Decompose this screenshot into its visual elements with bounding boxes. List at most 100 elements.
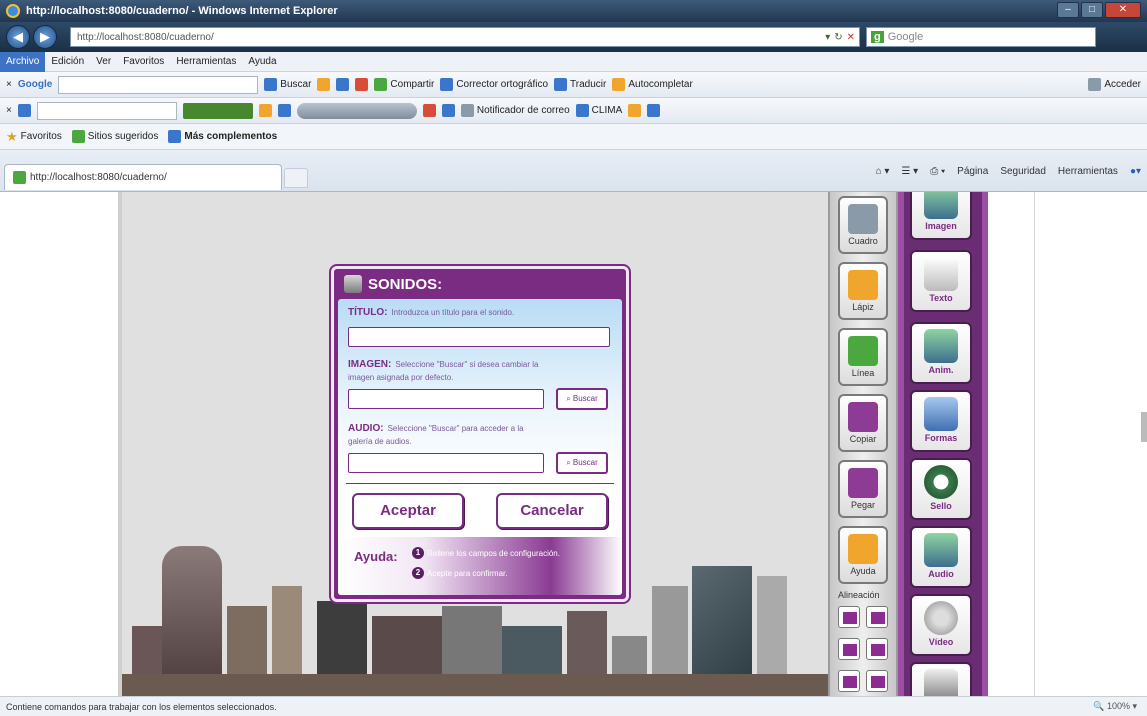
dropdown-icon[interactable]: ▾	[825, 32, 830, 43]
imagen-hint: Seleccione "Buscar" si desea cambiar la	[395, 360, 539, 369]
back-button[interactable]: ◀	[6, 25, 30, 49]
media-audio[interactable]: Audio	[910, 526, 972, 588]
imagen-input[interactable]	[348, 389, 544, 409]
addon-search-input[interactable]	[36, 101, 177, 120]
audio-input[interactable]	[348, 453, 544, 473]
minimize-icon[interactable]: –	[1057, 2, 1079, 18]
media-sello[interactable]: Sello	[910, 458, 972, 520]
align-middle-button[interactable]	[866, 670, 888, 692]
help-text-1: Rellene los campos de configuración.	[427, 548, 560, 558]
imagen-browse-button[interactable]: ⌕ Buscar	[556, 388, 608, 410]
favorites-button[interactable]: ★ Favoritos	[6, 129, 62, 145]
suggested-sites-link[interactable]: Sitios sugeridos	[71, 130, 158, 143]
news-icon[interactable]	[336, 78, 350, 91]
page-menu[interactable]: Página	[957, 166, 988, 177]
security-menu[interactable]: Seguridad	[1000, 166, 1046, 177]
search-label: Buscar	[280, 79, 312, 90]
tool-pegar[interactable]: Pegar	[838, 460, 888, 518]
google-search-input[interactable]	[58, 75, 259, 94]
tool-copiar[interactable]: Copiar	[838, 394, 888, 452]
menu-item-ver[interactable]: Ver	[90, 56, 117, 67]
align-right-button[interactable]	[866, 606, 888, 628]
spellcheck-button[interactable]: Corrector ortográfico	[440, 78, 548, 91]
mail-notifier-button[interactable]: Notificador de correo	[460, 104, 570, 117]
tools-menu[interactable]: Herramientas	[1058, 166, 1118, 177]
tool-lapiz[interactable]: Lápiz	[838, 262, 888, 320]
addon-icon-6[interactable]	[647, 104, 661, 117]
weather-button[interactable]: CLIMA	[575, 104, 622, 117]
more-addons-link[interactable]: Más complementos	[168, 130, 277, 143]
stop-icon[interactable]: ✕	[847, 32, 855, 43]
zoom-level[interactable]: 🔍 100% ▾	[1093, 701, 1147, 712]
align-center-button[interactable]	[838, 670, 860, 692]
sound-icon	[344, 275, 362, 293]
align-right-icon	[871, 612, 885, 624]
audio-browse-button[interactable]: ⌕ Buscar	[556, 452, 608, 474]
media-anim[interactable]: Anim.	[910, 322, 972, 384]
lightbulb-icon	[848, 534, 878, 564]
addon-icon-2[interactable]	[277, 104, 291, 117]
gmail-icon[interactable]	[355, 78, 369, 91]
address-field[interactable]: http://localhost:8080/cuaderno/ ▾ ↻ ✕	[70, 27, 860, 47]
skyline-building	[122, 674, 832, 696]
signin-button[interactable]: Acceder	[1088, 78, 1147, 91]
ie-logo-icon	[6, 4, 20, 18]
accept-button[interactable]: Aceptar	[352, 493, 464, 529]
tool-label: Pegar	[850, 500, 876, 510]
maximize-icon[interactable]: □	[1081, 2, 1103, 18]
step-2-icon: 2	[412, 567, 424, 579]
ie-small-icon	[168, 130, 182, 143]
share-button[interactable]: Compartir	[374, 78, 434, 91]
print-icon[interactable]: ⎙ ▾	[930, 166, 945, 177]
menu-item-herramientas[interactable]: Herramientas	[170, 56, 242, 67]
addon-green-button[interactable]	[182, 102, 253, 119]
align-left-button[interactable]	[838, 606, 860, 628]
refresh-icon[interactable]: ↻	[834, 32, 842, 43]
new-tab-button[interactable]	[284, 168, 308, 188]
google-search-icon: g	[871, 31, 884, 43]
command-bar: ⌂ ▾ ☰ ▾ ⎙ ▾ Página Seguridad Herramienta…	[876, 166, 1141, 177]
align-top-button[interactable]	[838, 638, 860, 660]
addon-icon-1[interactable]	[258, 104, 272, 117]
addon-icon-3[interactable]	[422, 104, 436, 117]
search-button[interactable]: Buscar	[264, 78, 311, 91]
close-icon[interactable]: ✕	[1105, 2, 1141, 18]
bookmark-icon[interactable]	[317, 78, 331, 91]
window-titlebar: http://localhost:8080/cuaderno/ - Window…	[0, 0, 1147, 22]
scroll-indicator[interactable]	[1141, 412, 1147, 442]
align-bottom-button[interactable]	[866, 638, 888, 660]
titulo-input[interactable]	[348, 327, 610, 347]
media-more[interactable]	[910, 662, 972, 696]
toolbar2-close-icon[interactable]: ×	[6, 105, 12, 116]
search-field[interactable]: g Google	[866, 27, 1096, 47]
media-imagen[interactable]: Imagen	[910, 192, 972, 240]
home-icon[interactable]: ⌂ ▾	[876, 166, 890, 177]
menu-item-ayuda[interactable]: Ayuda	[242, 56, 282, 67]
tool-cuadro[interactable]: Cuadro	[838, 196, 888, 254]
forward-button[interactable]: ▶	[33, 25, 57, 49]
menu-item-favoritos[interactable]: Favoritos	[117, 56, 170, 67]
addon-icon-4[interactable]	[441, 104, 455, 117]
addon-icon-5[interactable]	[628, 104, 642, 117]
autofill-label: Autocompletar	[628, 79, 693, 90]
star-icon: ★	[6, 128, 18, 144]
tool-linea[interactable]: Línea	[838, 328, 888, 386]
media-formas[interactable]: Formas	[910, 390, 972, 452]
right-blank-panel	[1034, 192, 1147, 696]
media-label: Formas	[924, 433, 958, 443]
toolbar-close-icon[interactable]: ×	[6, 79, 12, 90]
translate-button[interactable]: Traducir	[554, 78, 606, 91]
feeds-icon[interactable]: ☰ ▾	[901, 166, 918, 177]
menu-item-edicion[interactable]: Edición	[45, 56, 90, 67]
tab-cuaderno[interactable]: http://localhost:8080/cuaderno/	[4, 164, 282, 190]
media-texto[interactable]: Texto	[910, 250, 972, 312]
media-video[interactable]: Vídeo	[910, 594, 972, 656]
autofill-button[interactable]: Autocompletar	[612, 78, 693, 91]
translate-label: Traducir	[570, 79, 607, 90]
cancel-button[interactable]: Cancelar	[496, 493, 608, 529]
paste-icon	[848, 468, 878, 498]
menu-item-archivo[interactable]: Archivo	[0, 51, 46, 72]
help-icon[interactable]: ●▾	[1130, 166, 1141, 177]
tool-ayuda[interactable]: Ayuda	[838, 526, 888, 584]
addon-pill-control[interactable]	[296, 102, 417, 119]
